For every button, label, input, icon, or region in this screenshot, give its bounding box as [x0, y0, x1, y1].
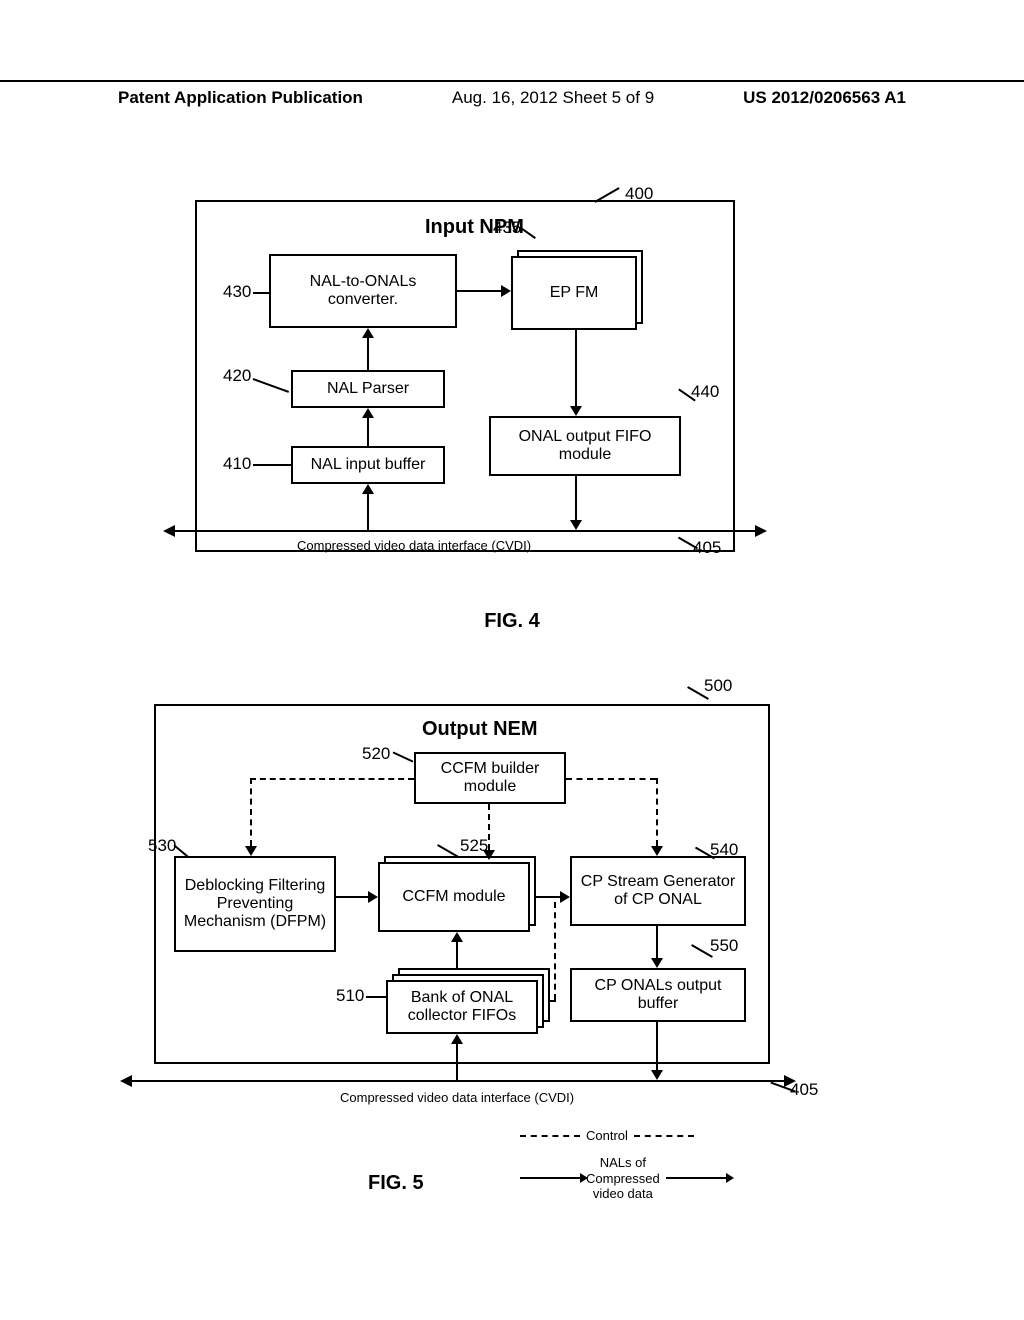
fig5-caption: FIG. 5 [368, 1172, 424, 1195]
arr-cvdi-410 [367, 494, 369, 530]
arr-435-440 [575, 330, 577, 406]
box-nal-to-onals: NAL-to-ONALs converter. [269, 254, 457, 328]
arr-525-540-head [560, 891, 570, 903]
legend-solid-right [666, 1177, 726, 1179]
legend-control: Control [520, 1128, 732, 1143]
box-ccfm-module: CCFM module [378, 862, 530, 932]
arr-440-cvdi-head [570, 520, 582, 530]
arr-550-cvdi [656, 1022, 658, 1070]
box-nal-parser: NAL Parser [291, 370, 445, 408]
dash-525-510-v [554, 902, 556, 1000]
arr-cvdi-510-head [451, 1034, 463, 1044]
dash-520-540-v [656, 778, 658, 846]
legend-nals-1: NALs of [586, 1155, 660, 1171]
ref-500: 500 [704, 676, 732, 696]
box-cp-onals-output: CP ONALs output buffer [570, 968, 746, 1022]
arr-530-525 [336, 896, 368, 898]
ref-530: 530 [148, 836, 176, 856]
arr-420-430 [367, 338, 369, 370]
leader-400 [594, 187, 619, 203]
dash-520-530-h [250, 778, 414, 780]
box-dfpm: Deblocking Filtering Preventing Mechanis… [174, 856, 336, 952]
cvdi-bus-5 [130, 1080, 786, 1082]
legend-solid-left [520, 1177, 580, 1179]
arr-540-550 [656, 926, 658, 958]
leader-410 [253, 464, 291, 466]
legend-nals-3: video data [586, 1186, 660, 1202]
dash-520-540-h [566, 778, 656, 780]
arr-430-435-head [501, 285, 511, 297]
legend: Control NALs of Compressed video data [520, 1128, 732, 1214]
legend-dash-left [520, 1135, 580, 1137]
ref-520: 520 [362, 744, 390, 764]
arr-435-440-head [570, 406, 582, 416]
legend-dash-right [634, 1135, 694, 1137]
legend-nals: NALs of Compressed video data [520, 1155, 732, 1202]
fig4-container: Input NPM 400 NAL-to-ONALs converter. 43… [195, 200, 735, 552]
legend-nals-text: NALs of Compressed video data [586, 1155, 660, 1202]
arr-410-420-head [362, 408, 374, 418]
leader-420 [253, 378, 289, 393]
dash-520-525 [488, 804, 490, 850]
arr-510-525 [456, 942, 458, 968]
leader-510 [366, 996, 386, 998]
arr-420-430-head [362, 328, 374, 338]
header-left: Patent Application Publication [118, 88, 363, 108]
box-onal-output-fifo: ONAL output FIFO module [489, 416, 681, 476]
leader-430 [253, 292, 269, 294]
cvdi-label-5: Compressed video data interface (CVDI) [340, 1090, 574, 1105]
box-bank-onal-fifos: Bank of ONAL collector FIFOs [386, 980, 538, 1034]
ref-435: 435 [493, 218, 521, 238]
fig4-caption: FIG. 4 [484, 610, 540, 633]
legend-control-text: Control [586, 1128, 628, 1143]
legend-nals-2: Compressed [586, 1171, 660, 1187]
fig5-title: Output NEM [422, 718, 538, 741]
arr-525-540 [536, 896, 560, 898]
dash-520-530-v [250, 778, 252, 846]
arr-510-525-head [451, 932, 463, 942]
page-header: Patent Application Publication Aug. 16, … [0, 80, 1024, 108]
arr-550-cvdi-head [651, 1070, 663, 1080]
arr-430-435 [457, 290, 501, 292]
box-nal-input-buffer: NAL input buffer [291, 446, 445, 484]
arr-410-420 [367, 418, 369, 446]
ref-410: 410 [223, 454, 251, 474]
box-cp-stream-gen: CP Stream Generator of CP ONAL [570, 856, 746, 926]
header-center: Aug. 16, 2012 Sheet 5 of 9 [452, 88, 654, 108]
box-ccfm-builder: CCFM builder module [414, 752, 566, 804]
ref-420: 420 [223, 366, 251, 386]
arr-cvdi-510 [456, 1044, 458, 1080]
fig5-container: Output NEM 500 CCFM builder module 520 D… [130, 680, 760, 1080]
ref-400: 400 [625, 184, 653, 204]
box-epfm: EP FM [511, 256, 637, 330]
arr-530-525-head [368, 891, 378, 903]
cvdi-bus-4 [173, 530, 757, 532]
dash-520-540-head [651, 846, 663, 856]
arr-540-550-head [651, 958, 663, 968]
header-right: US 2012/0206563 A1 [743, 88, 906, 108]
ref-430: 430 [223, 282, 251, 302]
dash-520-525-head [483, 850, 495, 860]
arr-cvdi-410-head [362, 484, 374, 494]
arr-440-cvdi [575, 476, 577, 520]
ref-510: 510 [336, 986, 364, 1006]
cvdi-label-4: Compressed video data interface (CVDI) [297, 538, 531, 553]
ref-550: 550 [710, 936, 738, 956]
dash-525-510-h [548, 1000, 556, 1002]
dash-520-530-head [245, 846, 257, 856]
